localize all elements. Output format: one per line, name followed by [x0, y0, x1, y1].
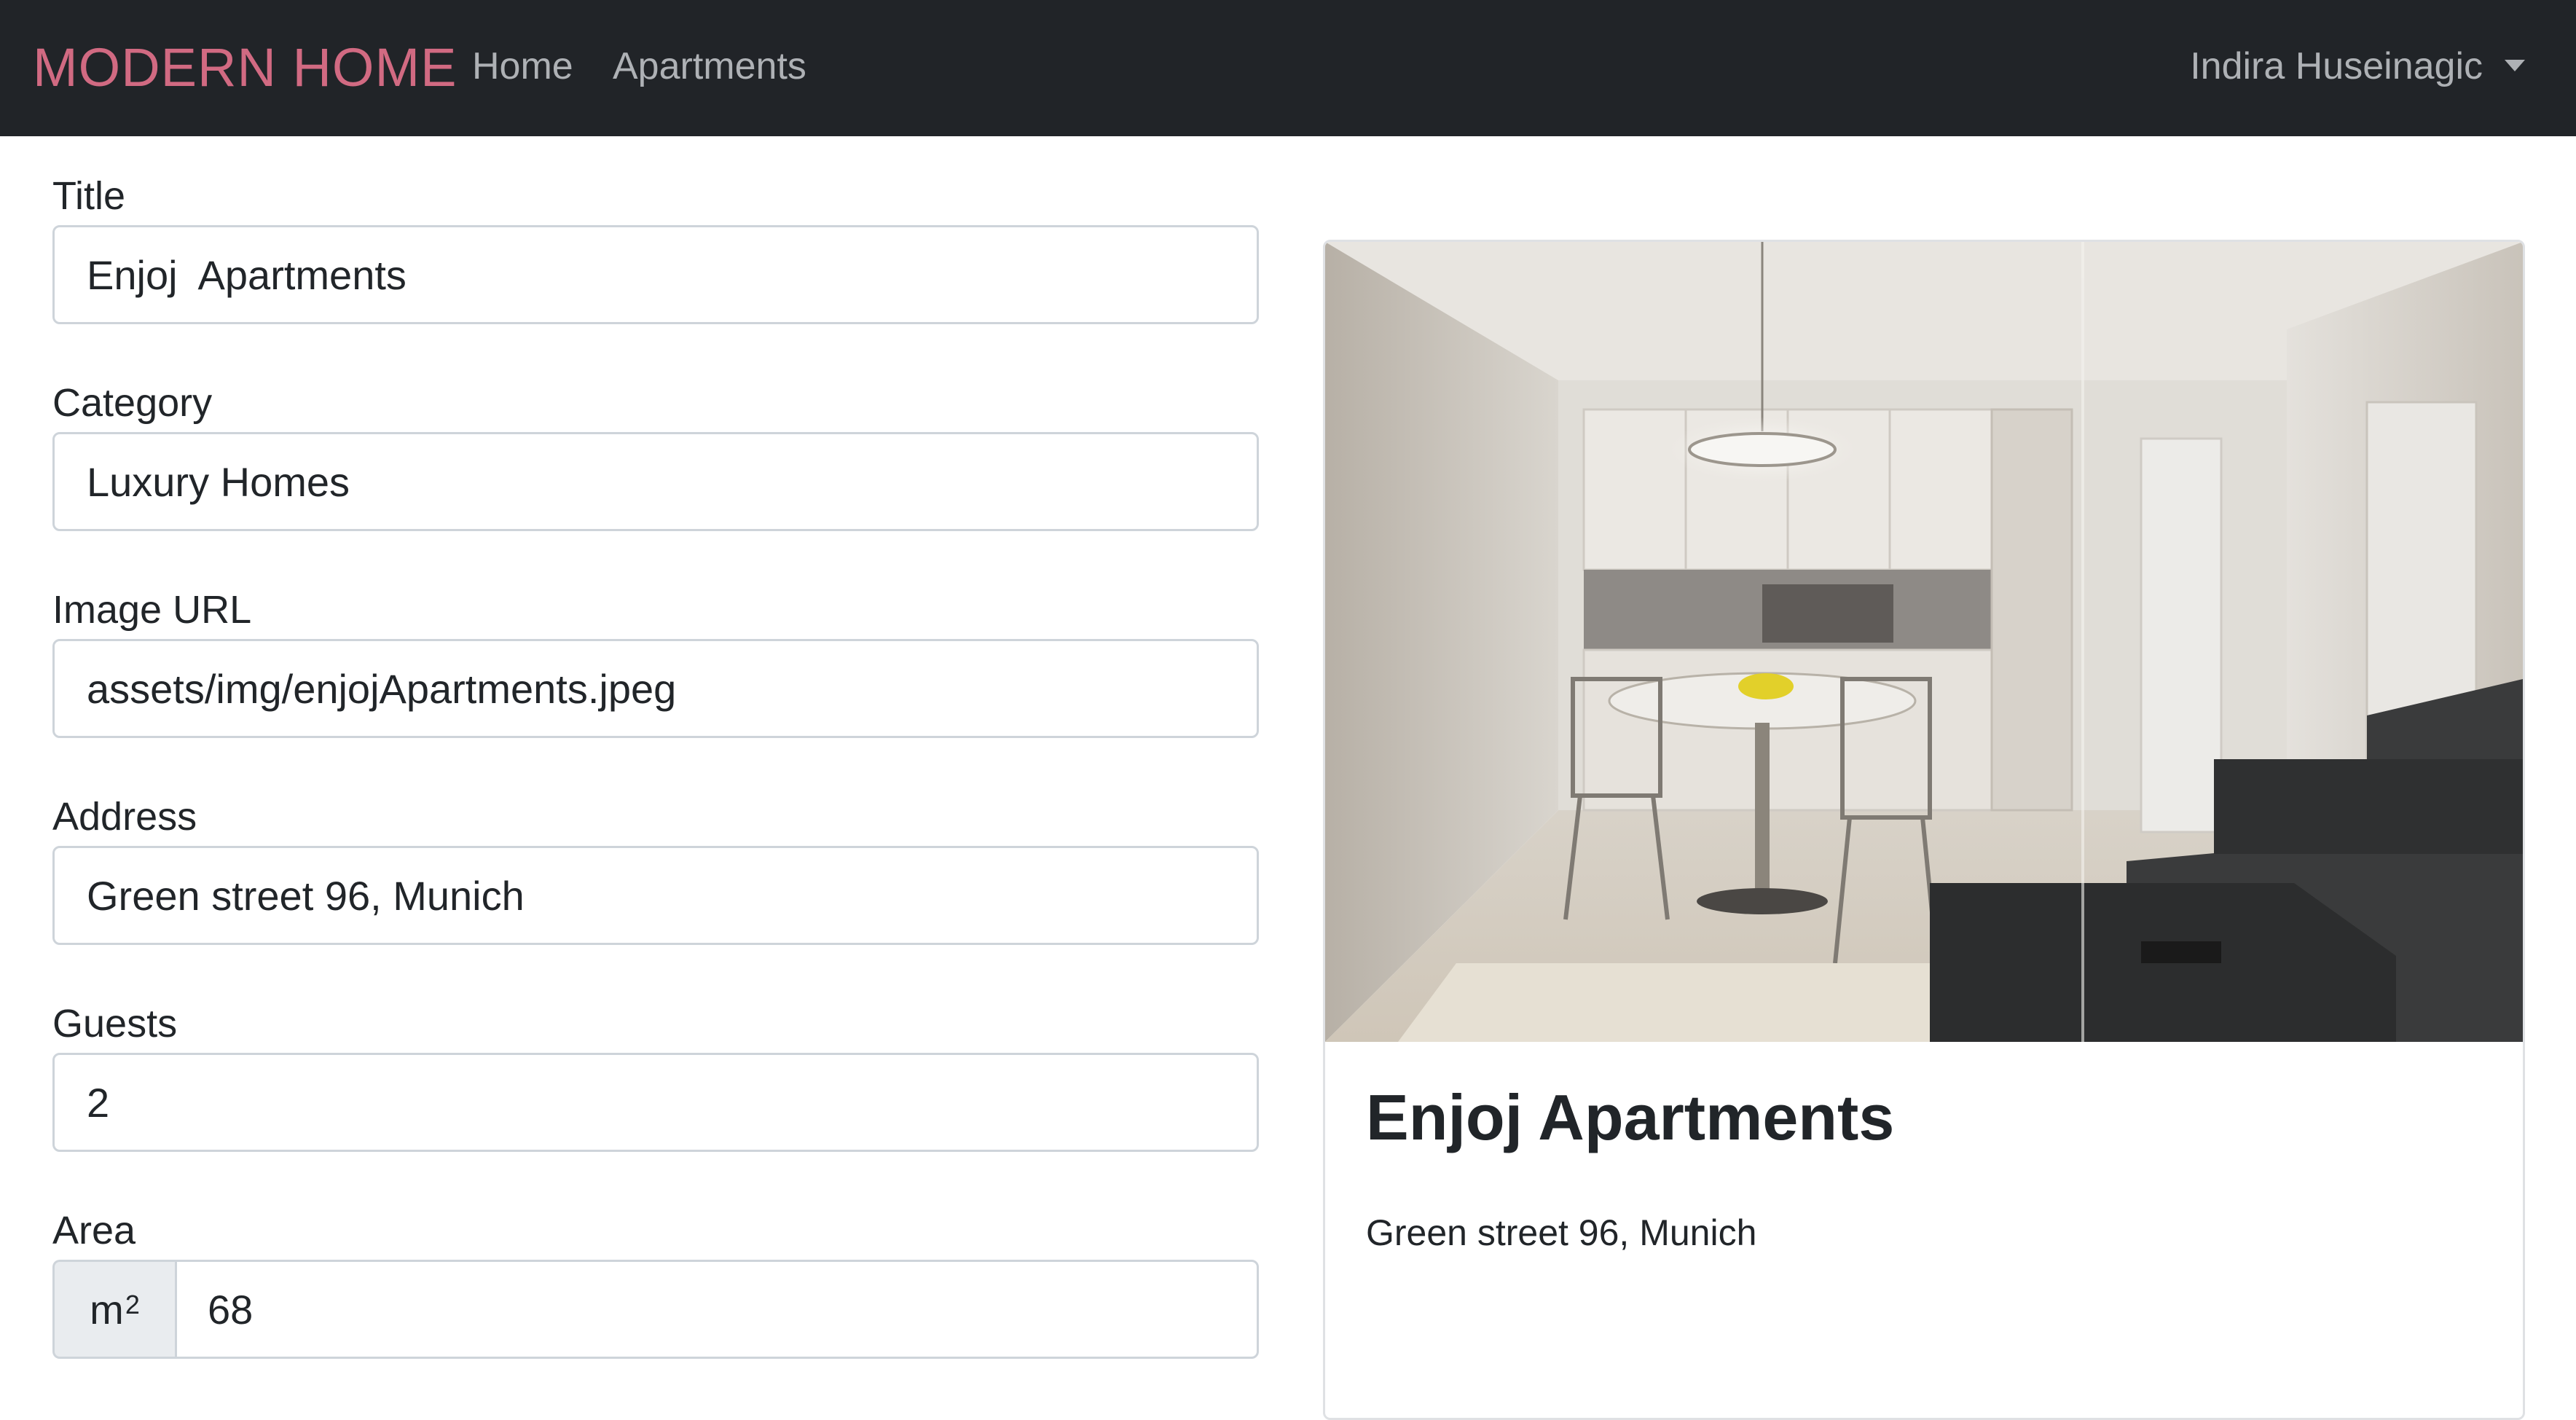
image-url-group: Image URL [52, 587, 1259, 738]
area-label: Area [52, 1209, 136, 1252]
guests-input[interactable] [52, 1053, 1259, 1152]
card-address: Green street 96, Munich [1366, 1212, 1757, 1253]
area-unit: m [90, 1286, 124, 1333]
apartment-photo [1325, 242, 2523, 1042]
user-name: Indira Huseinagic [2190, 45, 2483, 87]
area-input[interactable] [175, 1260, 1259, 1359]
title-label: Title [52, 174, 126, 218]
title-group: Title [52, 173, 1259, 324]
guests-label: Guests [52, 1002, 178, 1046]
brand-logo[interactable]: MODERN HOME [33, 36, 457, 99]
image-url-label: Image URL [52, 588, 252, 632]
image-url-input[interactable] [52, 639, 1259, 738]
guests-group: Guests [52, 1000, 1259, 1152]
area-unit-exponent: 2 [125, 1290, 140, 1319]
card-title: Enjoj Apartments [1366, 1081, 1895, 1153]
area-input-group: m2 [52, 1260, 1259, 1359]
area-group: Area m2 [52, 1207, 1259, 1359]
apartment-preview-card: Enjoj Apartments Green street 96, Munich [1323, 240, 2525, 1420]
title-input[interactable] [52, 225, 1259, 324]
address-input[interactable] [52, 846, 1259, 945]
category-input[interactable] [52, 432, 1259, 531]
nav-link-apartments[interactable]: Apartments [613, 44, 806, 89]
nav-link-home[interactable]: Home [472, 44, 573, 89]
caret-down-icon [2505, 60, 2525, 71]
top-navbar: MODERN HOME Home Apartments Indira Husei… [0, 0, 2576, 136]
address-group: Address [52, 793, 1259, 945]
category-group: Category [52, 380, 1259, 531]
user-dropdown[interactable]: Indira Huseinagic [2190, 44, 2525, 89]
address-label: Address [52, 795, 197, 839]
area-unit-addon: m2 [52, 1260, 175, 1359]
category-label: Category [52, 381, 213, 425]
